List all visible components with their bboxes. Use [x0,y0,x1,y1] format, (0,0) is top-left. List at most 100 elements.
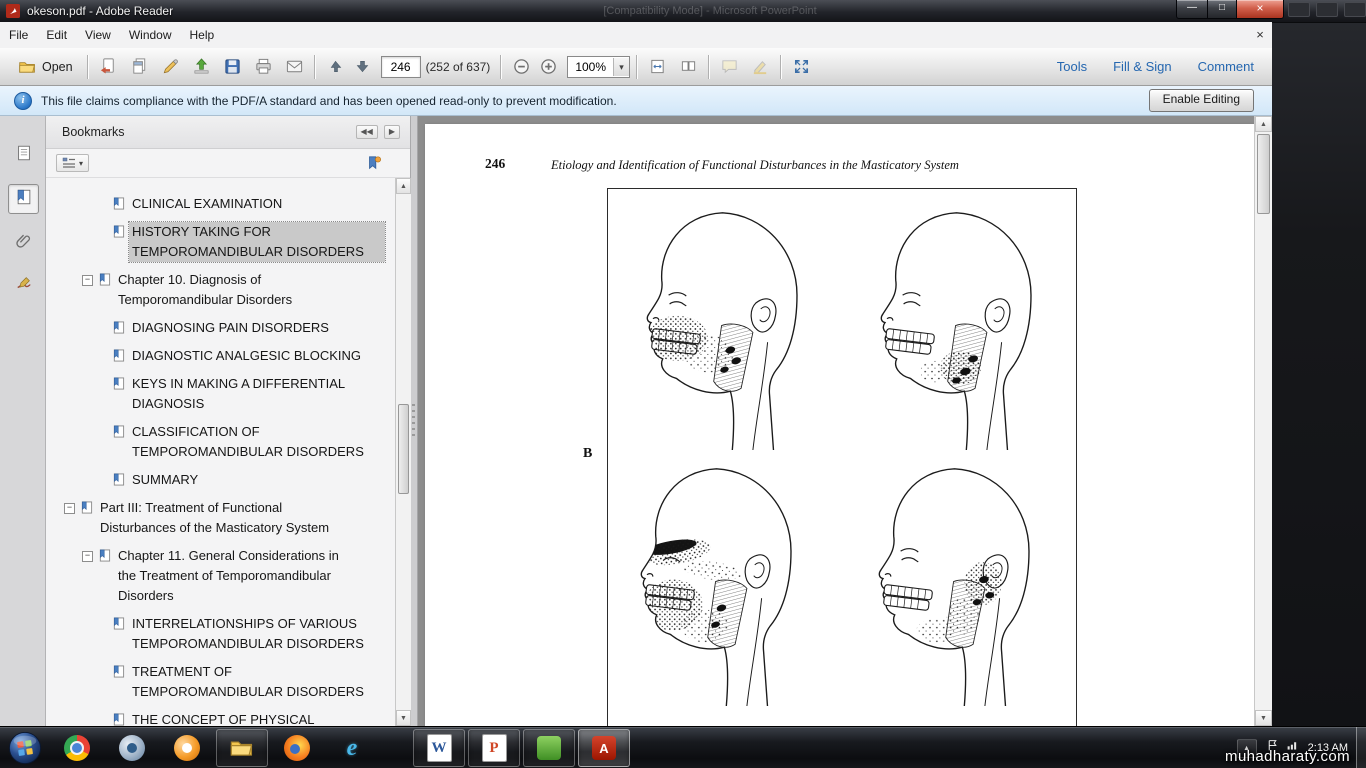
attachments-button[interactable] [8,228,39,258]
bookmark-label[interactable]: CLINICAL EXAMINATION [129,194,285,214]
document-scrollbar[interactable]: ▲ ▼ [1254,116,1272,726]
bookmark-label[interactable]: THE CONCEPT OF PHYSICAL [129,710,318,726]
two-page-view-icon[interactable] [675,54,702,80]
page-number-input[interactable] [380,55,421,78]
email-icon[interactable] [281,54,308,80]
open-button[interactable]: Open [10,55,81,79]
next-page-icon[interactable] [349,54,376,80]
taskbar-button-green-media-app[interactable] [523,729,575,767]
menu-view[interactable]: View [76,22,120,48]
collapse-toggle-icon[interactable]: − [82,551,93,562]
fullscreen-icon[interactable] [788,54,815,80]
print-icon[interactable] [250,54,277,80]
collapse-toggle-icon[interactable]: − [82,275,93,286]
sign-pencil-icon[interactable] [157,54,184,80]
share-upload-icon[interactable] [188,54,215,80]
send-page-icon[interactable] [95,54,122,80]
maximize-button[interactable]: □ [1208,0,1236,19]
bookmark-item[interactable]: DIAGNOSING PAIN DISORDERS [46,318,395,338]
sticky-note-icon[interactable] [716,54,743,80]
menu-edit[interactable]: Edit [37,22,76,48]
background-window-controls[interactable] [1288,2,1366,17]
bookmark-icon [112,617,125,630]
menu-help[interactable]: Help [181,22,224,48]
scrollbar-thumb[interactable] [1257,134,1270,214]
bookmark-label[interactable]: INTERRELATIONSHIPS OF VARIOUS TEMPOROMAN… [129,614,385,654]
bookmark-label[interactable]: SUMMARY [129,470,201,490]
bookmark-item[interactable]: − Chapter 11. General Considerations in t… [46,546,395,606]
bookmarks-panel: Bookmarks ◀◀ ▶ ▾ CLINICAL EXAMINATION HIS… [46,116,411,726]
bookmarks-options-menu-button[interactable]: ▾ [56,154,90,172]
collapse-toggle-icon[interactable]: − [64,503,75,514]
bookmark-item[interactable]: CLINICAL EXAMINATION [46,194,395,214]
zoom-level-select[interactable]: 100% ▾ [567,55,631,78]
taskbar-button-word[interactable]: W [413,729,465,767]
menu-file[interactable]: File [0,22,37,48]
bookmark-item[interactable]: DIAGNOSTIC ANALGESIC BLOCKING [46,346,395,366]
bookmark-label[interactable]: TREATMENT OF TEMPOROMANDIBULAR DISORDERS [129,662,385,702]
fit-width-icon[interactable] [644,54,671,80]
bookmark-label[interactable]: DIAGNOSING PAIN DISORDERS [129,318,332,338]
menu-window[interactable]: Window [120,22,181,48]
taskbar-button-media-player-orange[interactable] [161,729,213,767]
taskbar-button-windows-explorer[interactable] [216,729,268,767]
bookmark-label[interactable]: DIAGNOSTIC ANALGESIC BLOCKING [129,346,364,366]
page-thumbnails-button[interactable] [8,140,39,170]
menu-items: File Edit View Window Help [0,22,223,48]
zoom-in-icon[interactable] [535,54,562,80]
close-button[interactable]: × [1236,0,1284,19]
bookmark-item[interactable]: − Chapter 10. Diagnosis of Temporomandibu… [46,270,395,310]
bookmark-item[interactable]: SUMMARY [46,470,395,490]
signatures-button[interactable] [8,270,39,300]
scroll-up-icon[interactable]: ▲ [1255,116,1272,132]
show-desktop-button[interactable] [1356,727,1366,768]
enable-editing-button[interactable]: Enable Editing [1148,89,1254,112]
chevron-down-icon[interactable]: ▾ [613,57,630,76]
minimize-button[interactable]: — [1176,0,1208,19]
zoom-out-icon[interactable] [508,54,535,80]
background-control-icon[interactable] [1316,2,1338,17]
taskbar-button-powerpoint[interactable]: P [468,729,520,767]
bookmark-item[interactable]: TREATMENT OF TEMPOROMANDIBULAR DISORDERS [46,662,395,702]
previous-page-icon[interactable] [322,54,349,80]
scroll-up-icon[interactable]: ▲ [396,178,411,194]
scroll-down-icon[interactable]: ▼ [1255,710,1272,726]
splitter-grip[interactable] [412,404,415,438]
bookmark-item[interactable]: THE CONCEPT OF PHYSICAL [46,710,395,726]
bookmark-label[interactable]: HISTORY TAKING FOR TEMPOROMANDIBULAR DIS… [128,221,386,263]
bookmark-icon [80,501,93,514]
start-button[interactable] [6,729,44,767]
taskbar-button-adobe-reader[interactable]: A [578,729,630,767]
background-control-icon[interactable] [1288,2,1310,17]
goto-current-bookmark-button[interactable] [366,155,382,171]
expand-panel-button[interactable]: ▶ [383,125,400,139]
highlight-pen-icon[interactable] [747,54,774,80]
bookmark-label[interactable]: Chapter 11. General Considerations in th… [115,546,351,606]
collapse-panel-button[interactable]: ◀◀ [355,125,378,139]
bookmark-item[interactable]: INTERRELATIONSHIPS OF VARIOUS TEMPOROMAN… [46,614,395,654]
comment-button[interactable]: Comment [1198,59,1254,74]
bookmark-item[interactable]: KEYS IN MAKING A DIFFERENTIAL DIAGNOSIS [46,374,395,414]
bookmark-item[interactable]: CLASSIFICATION OF TEMPOROMANDIBULAR DISO… [46,422,395,462]
save-icon[interactable] [219,54,246,80]
bookmarks-panel-button[interactable] [8,184,39,214]
taskbar-button-firefox[interactable] [271,729,323,767]
bookmark-label[interactable]: Chapter 10. Diagnosis of Temporomandibul… [115,270,351,310]
bookmarks-scrollbar[interactable]: ▲ ▼ [395,178,411,726]
bookmark-label[interactable]: KEYS IN MAKING A DIFFERENTIAL DIAGNOSIS [129,374,385,414]
bookmark-item[interactable]: HISTORY TAKING FOR TEMPOROMANDIBULAR DIS… [46,221,395,263]
copy-pages-icon[interactable] [126,54,153,80]
taskbar-button-chrome[interactable] [51,729,103,767]
taskbar-button-internet-explorer[interactable]: e [326,729,378,767]
tools-button[interactable]: Tools [1057,59,1087,74]
background-control-icon[interactable] [1344,2,1366,17]
bookmark-label[interactable]: Part III: Treatment of Functional Distur… [97,498,343,538]
menubar-close-icon[interactable]: × [1250,22,1270,48]
fill-sign-button[interactable]: Fill & Sign [1113,59,1172,74]
scroll-down-icon[interactable]: ▼ [396,710,411,726]
taskbar-button-media-player-blue[interactable] [106,729,158,767]
bookmark-item[interactable]: − Part III: Treatment of Functional Distu… [46,498,395,538]
scrollbar-thumb[interactable] [398,404,409,494]
panel-splitter[interactable] [411,116,418,726]
bookmark-label[interactable]: CLASSIFICATION OF TEMPOROMANDIBULAR DISO… [129,422,385,462]
